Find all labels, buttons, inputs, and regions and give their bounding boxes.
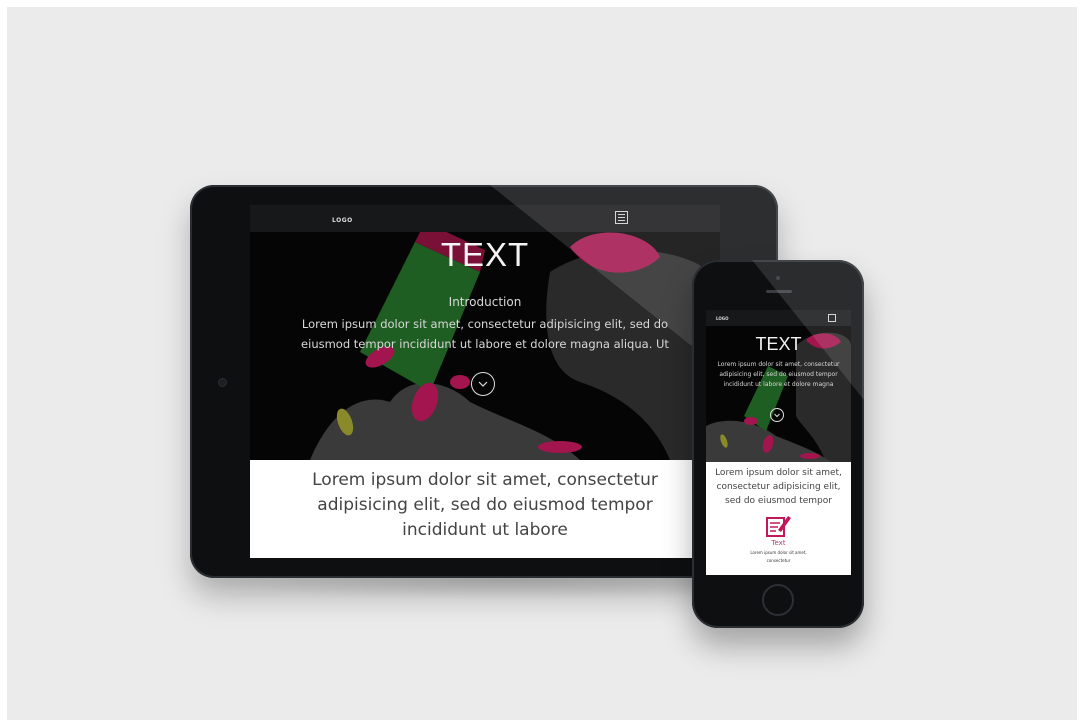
tablet-content-section: Lorem ipsum dolor sit amet, consectetur … <box>250 460 720 558</box>
menu-grid-icon[interactable] <box>828 314 836 322</box>
tablet-intro-heading: Introduction <box>448 295 522 309</box>
phone-logo[interactable]: LOGO <box>716 316 729 321</box>
phone-feature-text: Lorem ipsum dolor sit amet, consectetur <box>750 550 807 563</box>
phone-camera <box>776 276 780 280</box>
phone-hero: TEXT Lorem ipsum dolor sit amet, consect… <box>706 326 851 462</box>
tablet-intro-text: Lorem ipsum dolor sit amet, consectetur … <box>301 317 669 351</box>
tablet-hero-title: TEXT <box>440 236 530 273</box>
tablet-screen: LOGO TEXT Introduction Lorem ipsum dolor… <box>250 205 720 558</box>
phone-navbar: LOGO <box>706 310 851 326</box>
phone-content-section: Lorem ipsum dolor sit amet, consectetur … <box>706 462 851 575</box>
tablet-camera <box>218 378 227 387</box>
chevron-down-circle-icon[interactable] <box>471 372 495 396</box>
phone-section-text: Lorem ipsum dolor sit amet, consectetur … <box>715 468 842 506</box>
pencil-notepad-icon <box>766 516 791 537</box>
phone-home-button[interactable] <box>762 584 794 616</box>
phone-speaker <box>766 290 792 293</box>
phone-feature-title: Text <box>771 539 786 547</box>
menu-grid-icon[interactable] <box>615 211 628 224</box>
phone-hero-title: TEXT <box>755 334 802 354</box>
tablet-section-text: Lorem ipsum dolor sit amet, consectetur … <box>312 470 658 540</box>
tablet-navbar: LOGO <box>250 205 720 232</box>
phone-intro-text: Lorem ipsum dolor sit amet, consectetur … <box>717 361 840 388</box>
tablet-logo[interactable]: LOGO <box>332 217 353 224</box>
tablet-hero: TEXT Introduction Lorem ipsum dolor sit … <box>250 232 720 460</box>
chevron-down-circle-icon[interactable] <box>770 408 784 422</box>
phone-screen: LOGO TEXT Lorem ipsum dolor sit amet, co… <box>706 310 851 575</box>
